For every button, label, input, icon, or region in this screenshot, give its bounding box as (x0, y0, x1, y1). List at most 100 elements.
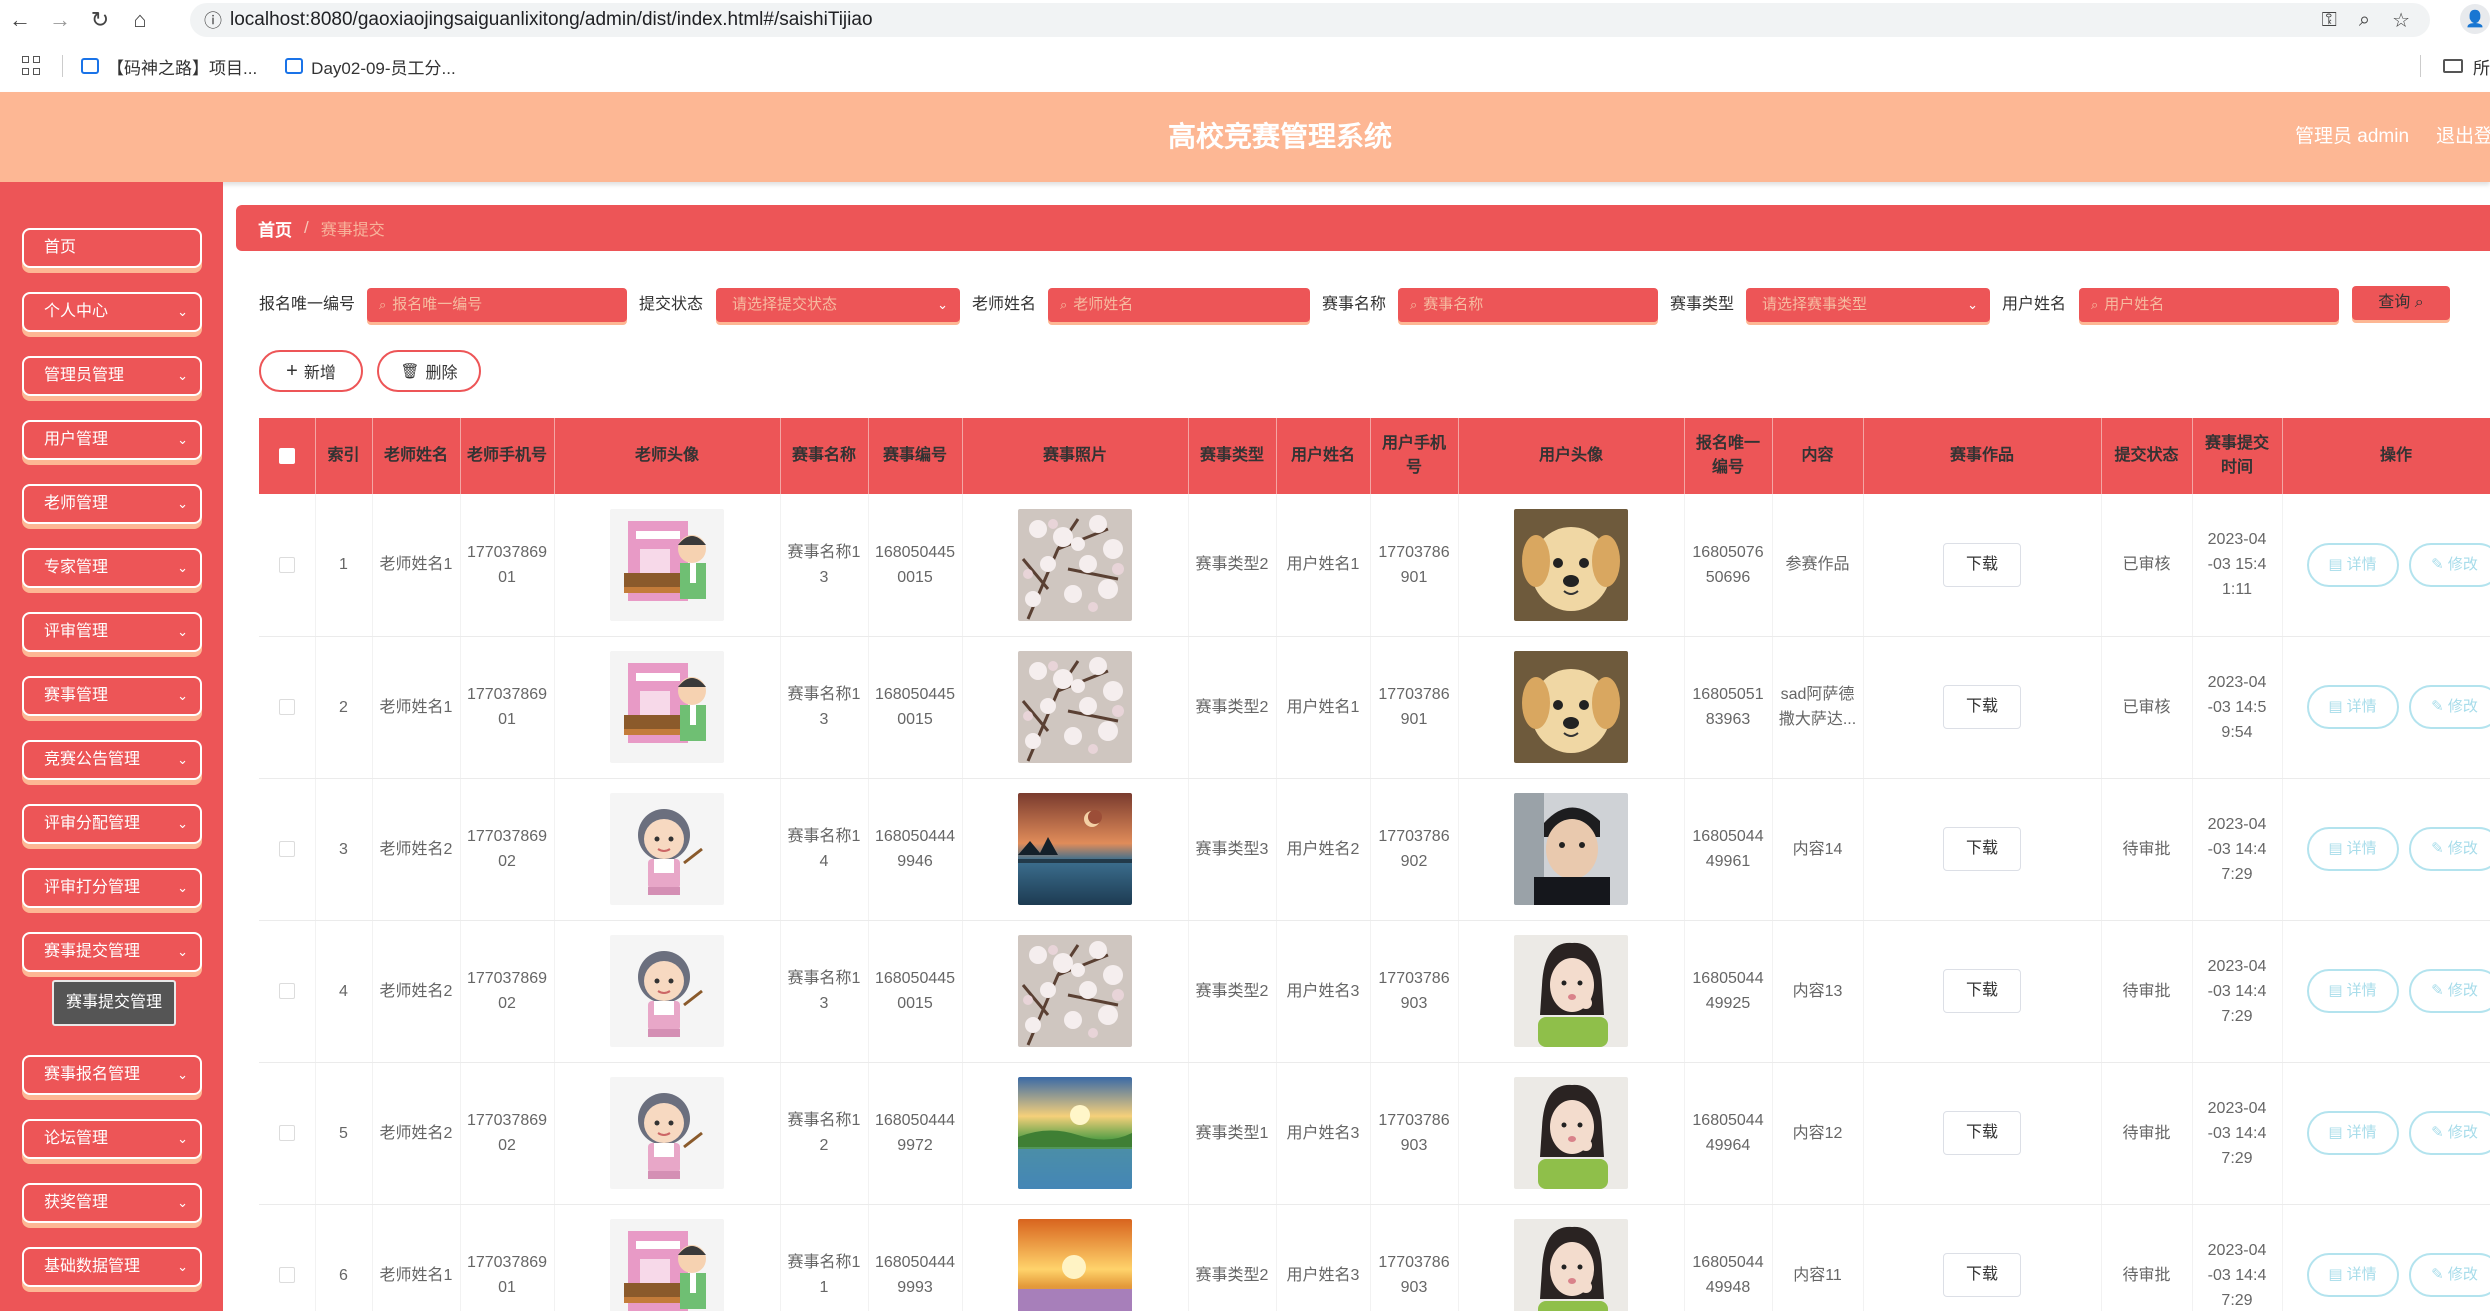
back-icon[interactable]: ← (0, 0, 40, 40)
site-info-icon[interactable]: ⓘ (196, 7, 230, 33)
content-cell: 内容14 (1772, 778, 1864, 921)
download-button[interactable]: 下载 (1943, 827, 2021, 871)
user-avatar-image[interactable] (1514, 508, 1628, 621)
user-avatar-image[interactable] (1514, 935, 1628, 1047)
download-button[interactable]: 下载 (1943, 969, 2021, 1013)
sidebar-item[interactable]: 评审管理 ⌄ (22, 612, 202, 652)
sidebar-item[interactable]: 赛事报名管理 ⌄ (22, 1055, 202, 1095)
row-checkbox[interactable] (259, 1062, 316, 1205)
row-checkbox[interactable] (259, 920, 316, 1063)
select-all-checkbox[interactable] (259, 418, 316, 494)
event-type-select[interactable]: 请选择赛事类型 ⌄ (1746, 288, 1990, 322)
pencil-icon: ✎ (2431, 698, 2448, 715)
event-photo-image[interactable] (1018, 793, 1132, 905)
event-photo-image[interactable] (1018, 651, 1132, 763)
folder-icon[interactable] (2443, 59, 2463, 73)
table-row: 4 老师姓名2 17703786902 赛事名称13 1680504450015 赛事类型… (259, 920, 2490, 1063)
chevron-down-icon: ⌄ (177, 560, 188, 575)
user-name-input[interactable]: ⌕ 用户姓名 (2079, 288, 2339, 322)
reload-icon[interactable]: ↻ (80, 0, 120, 40)
sidebar-item[interactable]: 获奖管理 ⌄ (22, 1183, 202, 1223)
chevron-down-icon: ⌄ (177, 1195, 188, 1210)
user-avatar-image[interactable] (1514, 651, 1628, 763)
user-avatar-image[interactable] (1514, 793, 1628, 905)
event-name-input[interactable]: ⌕ 赛事名称 (1398, 288, 1658, 322)
edit-button[interactable]: ✎ 修改 (2408, 542, 2490, 587)
column-header: 内容 (1772, 418, 1864, 494)
delete-button[interactable]: 🗑 删除 (377, 350, 481, 392)
event-photo-image[interactable] (1018, 508, 1132, 621)
sidebar-item[interactable]: 首页 (22, 228, 202, 268)
profile-avatar-icon[interactable]: 👤 (2460, 4, 2490, 34)
add-button[interactable]: + 新增 (259, 350, 363, 392)
star-icon[interactable]: ☆ (2392, 8, 2410, 33)
logout-link[interactable]: 退出登录 (2436, 92, 2490, 182)
teacher-avatar-image[interactable] (610, 508, 724, 621)
row-checkbox[interactable] (259, 494, 316, 637)
status-select[interactable]: 请选择提交状态 ⌄ (716, 288, 960, 322)
apps-grid-icon[interactable] (22, 56, 42, 76)
event-photo-image[interactable] (1018, 1219, 1132, 1311)
download-button[interactable]: 下载 (1943, 1111, 2021, 1155)
teacher-name-input[interactable]: ⌕ 老师姓名 (1048, 288, 1310, 322)
sidebar-item[interactable]: 专家管理 ⌄ (22, 548, 202, 588)
zoom-icon[interactable]: ⌕ (2359, 9, 2370, 32)
teacher-avatar-image[interactable] (610, 935, 724, 1047)
submenu-item-active[interactable]: 赛事提交管理 (52, 980, 176, 1026)
column-header: 提交状态 (2101, 418, 2193, 494)
detail-button[interactable]: ▤ 详情 (2306, 685, 2399, 729)
bookmark-item[interactable]: 【码神之路】项目... (81, 54, 257, 79)
sidebar-item[interactable]: 用户管理 ⌄ (22, 420, 202, 460)
event-photo-image[interactable] (1018, 935, 1132, 1047)
user-avatar-image[interactable] (1514, 1077, 1628, 1189)
sidebar-item[interactable]: 评审打分管理 ⌄ (22, 868, 202, 908)
query-button[interactable]: 查询 ⌕ (2352, 286, 2450, 320)
column-header: 赛事作品 (1863, 418, 2102, 494)
teacher-avatar-image[interactable] (610, 793, 724, 905)
bookmark-item[interactable]: Day02-09-员工分... (285, 54, 456, 79)
edit-button[interactable]: ✎ 修改 (2408, 685, 2490, 729)
sidebar-item[interactable]: 竞赛公告管理 ⌄ (22, 740, 202, 780)
chevron-down-icon: ⌄ (177, 304, 188, 319)
key-icon[interactable]: ⚿ (2322, 9, 2337, 32)
sidebar-item[interactable]: 管理员管理 ⌄ (22, 356, 202, 396)
teacher-avatar-image[interactable] (610, 651, 724, 763)
sidebar-item[interactable]: 老师管理 ⌄ (22, 484, 202, 524)
detail-button[interactable]: ▤ 详情 (2306, 542, 2399, 587)
edit-button[interactable]: ✎ 修改 (2408, 1253, 2490, 1297)
event-photo-image[interactable] (1018, 1077, 1132, 1189)
event-placeholder: 赛事名称 (1423, 296, 1484, 313)
sidebar-item[interactable]: 个人中心 ⌄ (22, 292, 202, 332)
teacher-phone-cell: 17703786902 (460, 920, 555, 1063)
home-icon[interactable]: ⌂ (120, 0, 160, 40)
user-avatar-image[interactable] (1514, 1219, 1628, 1311)
forward-icon[interactable]: → (40, 0, 80, 40)
document-icon: ▤ (2328, 698, 2347, 715)
download-button[interactable]: 下载 (1943, 1253, 2021, 1297)
download-button[interactable]: 下载 (1943, 542, 2021, 587)
row-checkbox[interactable] (259, 636, 316, 779)
teacher-avatar-image[interactable] (610, 1219, 724, 1311)
breadcrumb-home[interactable]: 首页 (258, 216, 292, 241)
teacher-avatar-image[interactable] (610, 1077, 724, 1189)
detail-button[interactable]: ▤ 详情 (2306, 1111, 2399, 1155)
plus-icon: + (286, 359, 298, 382)
reg-no-input[interactable]: ⌕ 报名唯一编号 (367, 288, 627, 322)
detail-button[interactable]: ▤ 详情 (2306, 969, 2399, 1013)
edit-button[interactable]: ✎ 修改 (2408, 969, 2490, 1013)
edit-button[interactable]: ✎ 修改 (2408, 827, 2490, 871)
all-bookmarks-label[interactable]: 所 (2473, 54, 2490, 79)
sidebar-item[interactable]: 赛事提交管理 ⌄ (22, 932, 202, 972)
row-checkbox[interactable] (259, 1204, 316, 1311)
edit-button[interactable]: ✎ 修改 (2408, 1111, 2490, 1155)
address-bar[interactable]: ⓘ localhost:8080/gaoxiaojingsaiguanlixit… (190, 3, 2430, 37)
works-cell: 下载 (1863, 1062, 2102, 1205)
row-checkbox[interactable] (259, 778, 316, 921)
detail-button[interactable]: ▤ 详情 (2306, 1253, 2399, 1297)
sidebar-item[interactable]: 赛事管理 ⌄ (22, 676, 202, 716)
detail-button[interactable]: ▤ 详情 (2306, 827, 2399, 871)
sidebar-item[interactable]: 论坛管理 ⌄ (22, 1119, 202, 1159)
sidebar-item[interactable]: 评审分配管理 ⌄ (22, 804, 202, 844)
download-button[interactable]: 下载 (1943, 685, 2021, 729)
sidebar-item[interactable]: 基础数据管理 ⌄ (22, 1247, 202, 1287)
